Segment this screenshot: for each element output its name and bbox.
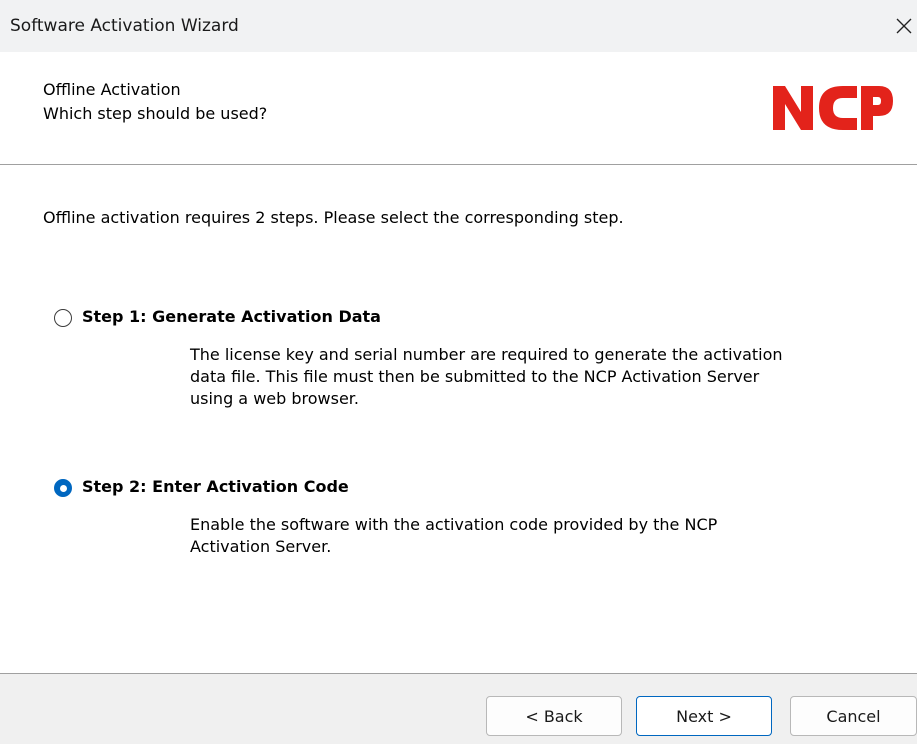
step2-description-line: Enable the software with the activation … (190, 515, 718, 534)
step2-description-line: Activation Server. (190, 537, 332, 556)
step1-label: Step 1: Generate Activation Data (82, 307, 381, 326)
activation-wizard-window: Software Activation Wizard Offline Activ… (0, 0, 917, 744)
close-button[interactable] (893, 6, 917, 46)
close-icon (896, 18, 912, 34)
next-button[interactable]: Next > (636, 696, 772, 736)
step2-radio-button[interactable] (54, 479, 72, 497)
page-title: Offline Activation (43, 80, 181, 99)
wizard-header: Offline Activation Which step should be … (0, 52, 917, 164)
intro-text: Offline activation requires 2 steps. Ple… (43, 208, 624, 227)
window-title: Software Activation Wizard (10, 16, 239, 36)
page-subtitle: Which step should be used? (43, 104, 268, 123)
step1-description: The license key and serial number are re… (190, 344, 905, 410)
back-button[interactable]: < Back (486, 696, 622, 736)
step1-radio-button[interactable] (54, 309, 72, 327)
header-divider (0, 164, 917, 165)
step1-description-line: data file. This file must then be submit… (190, 367, 760, 386)
step1-description-line: The license key and serial number are re… (190, 345, 783, 364)
step1-radio-option[interactable]: Step 1: Generate Activation Data (52, 307, 412, 333)
step2-radio-option[interactable]: Step 2: Enter Activation Code (52, 477, 382, 503)
cancel-button[interactable]: Cancel (790, 696, 917, 736)
step2-label: Step 2: Enter Activation Code (82, 477, 349, 496)
wizard-footer: < Back Next > Cancel (0, 674, 917, 744)
ncp-logo (773, 86, 893, 130)
step1-description-line: using a web browser. (190, 389, 359, 408)
step2-description: Enable the software with the activation … (190, 514, 905, 558)
title-bar: Software Activation Wizard (0, 0, 917, 52)
